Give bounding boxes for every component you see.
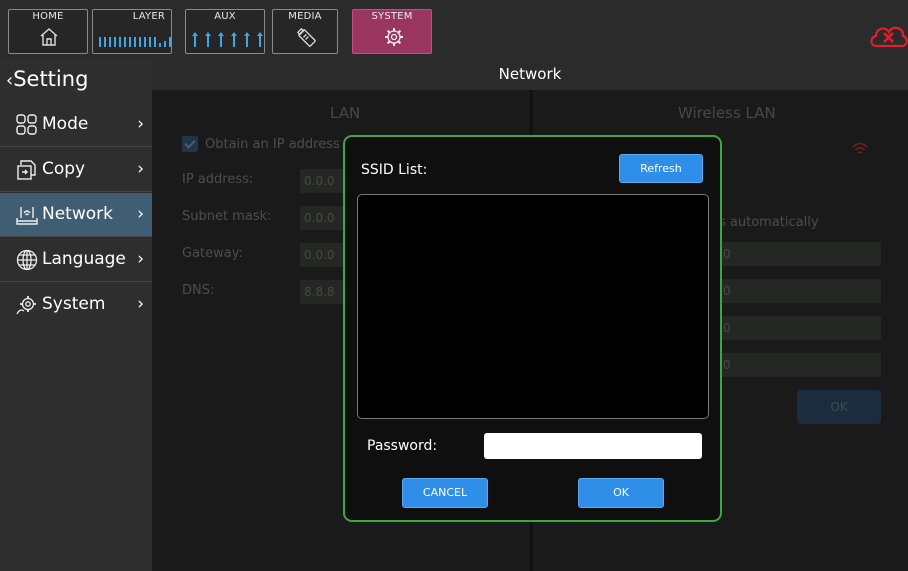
tab-system-label: SYSTEM — [371, 11, 413, 22]
ip-address-field[interactable]: 0.0.0 — [300, 169, 344, 193]
tab-media[interactable]: MEDIA — [272, 9, 338, 54]
sidebar-title: Setting — [13, 67, 89, 91]
page-title: Network — [152, 59, 908, 90]
lan-title: LAN — [330, 104, 361, 122]
copy-icon — [17, 160, 36, 180]
wireless-lan-title: Wireless LAN — [678, 104, 776, 122]
sidebar-item-label: Network — [42, 204, 113, 224]
obtain-ip-label: Obtain an IP address — [205, 137, 340, 152]
password-input[interactable] — [484, 433, 702, 459]
cancel-button[interactable]: CANCEL — [402, 478, 488, 508]
gateway-field[interactable]: 0.0.0 — [300, 243, 344, 267]
gateway-label: Gateway: — [182, 246, 243, 261]
obtain-auto-label: s automatically — [719, 215, 819, 230]
chevron-right-icon: › — [137, 159, 144, 179]
wlan-gateway-field[interactable]: 0 — [719, 316, 881, 340]
dns-field[interactable]: 8.8.8 — [300, 280, 344, 304]
wlan-dns-field[interactable]: 0 — [719, 353, 881, 377]
chevron-right-icon: › — [137, 114, 144, 134]
wlan-subnet-field[interactable]: 0 — [719, 279, 881, 303]
obtain-ip-checkbox[interactable] — [182, 136, 198, 152]
aux-bars-icon — [192, 32, 263, 47]
ip-address-label: IP address: — [182, 172, 254, 187]
router-icon — [16, 207, 38, 225]
subnet-mask-field[interactable]: 0.0.0 — [300, 206, 344, 230]
sidebar-item-label: Language — [42, 249, 126, 269]
tab-layer[interactable]: LAYER — [92, 9, 172, 54]
wlan-ip-field[interactable]: 0 — [719, 242, 881, 266]
tab-system[interactable]: SYSTEM — [352, 9, 432, 54]
ssid-dialog: SSID List: Refresh Password: CANCEL OK — [343, 135, 722, 522]
sidebar-item-mode[interactable]: Mode › — [0, 103, 152, 147]
sidebar-item-network[interactable]: Network › — [0, 193, 152, 237]
tab-home-label: HOME — [32, 11, 64, 22]
tab-media-label: MEDIA — [288, 11, 322, 22]
tab-aux-label: AUX — [214, 11, 236, 22]
sidebar-item-label: Copy — [42, 159, 86, 179]
refresh-button[interactable]: Refresh — [619, 154, 703, 183]
sidebar-item-language[interactable]: Language › — [0, 238, 152, 282]
home-icon — [40, 28, 58, 46]
sidebar-item-copy[interactable]: Copy › — [0, 148, 152, 192]
globe-icon — [16, 249, 38, 271]
gear-icon — [385, 28, 403, 46]
tab-layer-label: LAYER — [132, 11, 165, 22]
meter-bars-icon — [99, 37, 171, 47]
password-label: Password: — [367, 438, 438, 454]
ok-button[interactable]: OK — [578, 478, 664, 508]
wlan-ok-button[interactable]: OK — [797, 390, 881, 424]
back-button[interactable]: ‹Setting — [6, 67, 88, 91]
chevron-right-icon: › — [137, 249, 144, 269]
dns-label: DNS: — [182, 283, 215, 298]
settings-sidebar: ‹Setting Mode › Copy › Network › Languag… — [0, 59, 152, 571]
tab-home[interactable]: HOME — [8, 9, 88, 54]
wifi-disconnected-icon — [852, 142, 868, 154]
ssid-list[interactable] — [357, 194, 709, 419]
grid-icon — [16, 114, 37, 135]
ssid-list-label: SSID List: — [361, 162, 428, 178]
sidebar-item-label: Mode — [42, 114, 89, 134]
sidebar-item-system[interactable]: System › — [0, 283, 152, 327]
sidebar-item-label: System — [42, 294, 106, 314]
chevron-right-icon: › — [137, 294, 144, 314]
cloud-disconnected-icon[interactable] — [868, 20, 908, 50]
top-bar: HOME LAYER AUX MEDIA SYSTEM — [0, 0, 908, 59]
chevron-right-icon: › — [137, 204, 144, 224]
tab-aux[interactable]: AUX — [185, 9, 265, 54]
gear-icon — [16, 296, 36, 315]
usb-drive-icon — [296, 27, 316, 47]
subnet-mask-label: Subnet mask: — [182, 209, 272, 224]
